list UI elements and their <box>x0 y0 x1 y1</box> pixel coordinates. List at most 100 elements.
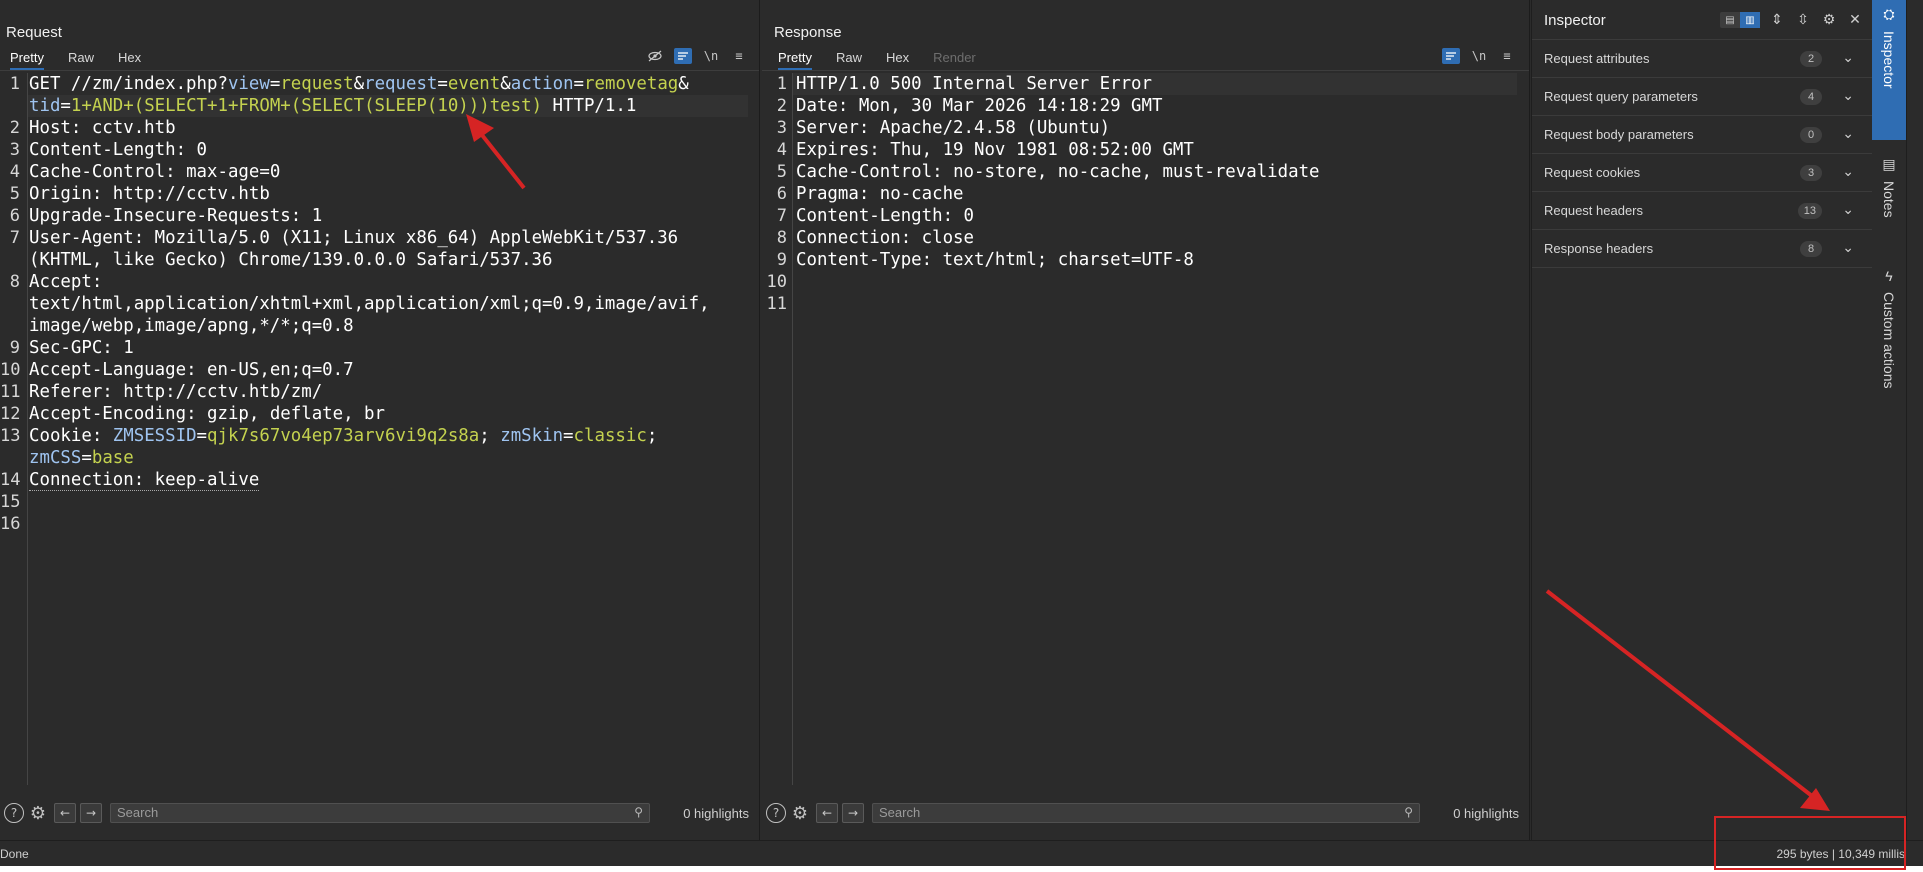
tab-divider <box>762 70 1529 71</box>
split-view-icon[interactable]: ▥ <box>1740 12 1760 28</box>
code-token: : gzip, deflate, br <box>186 404 385 424</box>
side-tab-divider <box>1906 0 1907 840</box>
chevron-down-icon[interactable]: ⌄ <box>1842 239 1854 256</box>
inspector-row-request-headers[interactable]: Request headers 13 ⌄ <box>1532 192 1872 230</box>
response-title: Response <box>774 24 842 41</box>
chevron-down-icon[interactable]: ⌄ <box>1842 49 1854 66</box>
side-tab-label: Inspector <box>1881 31 1897 89</box>
code-token: : text/html; charset=UTF-8 <box>921 250 1194 270</box>
request-search-input[interactable]: Search ⚲ <box>110 803 650 823</box>
code-token: : 1 <box>290 206 323 226</box>
count-badge: 0 <box>1800 127 1822 143</box>
previous-arrow-icon[interactable]: ← <box>816 803 838 823</box>
code-token: : http://cctv.htb <box>91 184 270 204</box>
help-icon[interactable]: ? <box>766 803 786 823</box>
code-token: : no-store, no-cache, must-revalidate <box>932 162 1320 182</box>
line-number: 15 <box>0 492 21 512</box>
code-token: : no-cache <box>858 184 964 204</box>
next-arrow-icon[interactable]: → <box>80 803 102 823</box>
side-tab-inspector[interactable]: ⛭ Inspector <box>1872 0 1906 140</box>
response-tab-render[interactable]: Render <box>933 48 976 70</box>
next-arrow-icon[interactable]: → <box>842 803 864 823</box>
request-editor[interactable]: 1 GET //zm/index.php?view=request&request… <box>0 73 759 785</box>
search-placeholder: Search <box>879 805 921 820</box>
close-icon[interactable]: ✕ <box>1846 11 1864 29</box>
code-token: action <box>510 74 574 94</box>
line-number: 4 <box>776 140 787 160</box>
code-token: : cctv.htb <box>70 118 176 138</box>
chevron-down-icon[interactable]: ⌄ <box>1842 87 1854 104</box>
inspector-row-request-attributes[interactable]: Request attributes 2 ⌄ <box>1532 40 1872 78</box>
code-token: Pragma <box>796 184 859 204</box>
chevron-down-icon[interactable]: ⌄ <box>1842 163 1854 180</box>
notes-icon: ▤ <box>1882 156 1896 172</box>
code-token: (KHTML, like Gecko) Chrome/139.0.0.0 Saf… <box>29 250 553 270</box>
inspector-row-label: Response headers <box>1544 241 1654 256</box>
menu-icon[interactable]: ≡ <box>1498 48 1516 64</box>
code-token: HTTP/1.0 500 Internal Server Error <box>796 74 1152 94</box>
gear-icon[interactable]: ⚙ <box>1820 11 1838 29</box>
inspector-row-request-query-parameters[interactable]: Request query parameters 4 ⌄ <box>1532 78 1872 116</box>
wrap-icon[interactable] <box>1442 48 1460 64</box>
line-number: 14 <box>0 470 21 490</box>
code-line: Cache-Control: no-store, no-cache, must-… <box>796 161 1320 183</box>
inspector-sections: Request attributes 2 ⌄ Request query par… <box>1532 39 1872 268</box>
request-tab-pretty[interactable]: Pretty <box>10 48 44 70</box>
side-tab-custom-actions[interactable]: ϟ Custom actions <box>1872 262 1906 412</box>
code-token: : Mon, 30 Mar 2026 14:18:29 GMT <box>837 96 1163 116</box>
code-token: Accept <box>29 272 92 292</box>
list-view-icon[interactable]: ▤ <box>1720 12 1740 28</box>
response-editor[interactable]: 1 HTTP/1.0 500 Internal Server Error 2 Date… <box>762 73 1529 785</box>
request-toolbar: \n ≡ <box>646 48 748 64</box>
code-token: : max-age=0 <box>165 162 281 182</box>
code-token: Cookie <box>29 426 92 446</box>
side-tab-label: Notes <box>1881 181 1897 218</box>
status-bar: Done 295 bytes | 10,349 millis <box>0 840 1923 866</box>
chevron-down-icon[interactable]: ⌄ <box>1842 125 1854 142</box>
request-search-bar: ? ⚙ ← → Search ⚲ 0 highlights <box>0 798 759 828</box>
side-tab-notes[interactable]: ▤ Notes <box>1872 150 1906 250</box>
request-tab-hex[interactable]: Hex <box>118 48 141 70</box>
chevron-down-icon[interactable]: ⌄ <box>1842 201 1854 218</box>
code-token: : 1 <box>102 338 134 358</box>
count-badge: 4 <box>1800 89 1822 105</box>
collapse-all-icon[interactable]: ⇳ <box>1794 11 1812 29</box>
newline-icon[interactable]: \n <box>1470 48 1488 64</box>
response-tab-pretty[interactable]: Pretty <box>778 48 812 70</box>
gear-icon[interactable]: ⚙ <box>790 803 810 824</box>
previous-arrow-icon[interactable]: ← <box>54 803 76 823</box>
line-number: 6 <box>776 184 787 204</box>
code-token: image/webp,image/apng,*/*;q=0.8 <box>29 316 354 336</box>
code-token: view <box>227 74 270 94</box>
wrap-icon[interactable] <box>674 48 692 64</box>
code-line: tid=1+AND+(SELECT+1+FROM+(SELECT(SLEEP(1… <box>29 95 636 117</box>
tab-divider <box>0 70 759 71</box>
code-token: GET //zm/index.php? <box>29 74 228 94</box>
code-token: = <box>81 448 92 468</box>
eye-off-icon[interactable] <box>646 48 664 64</box>
line-number: 7 <box>9 228 20 248</box>
inspector-title: Inspector <box>1544 12 1606 29</box>
code-token: = <box>60 96 71 116</box>
inspector-row-request-cookies[interactable]: Request cookies 3 ⌄ <box>1532 154 1872 192</box>
response-tab-hex[interactable]: Hex <box>886 48 909 70</box>
response-tab-raw[interactable]: Raw <box>836 48 862 70</box>
menu-icon[interactable]: ≡ <box>730 48 748 64</box>
line-number: 12 <box>0 404 21 424</box>
inspector-row-response-headers[interactable]: Response headers 8 ⌄ <box>1532 230 1872 268</box>
request-tab-raw[interactable]: Raw <box>68 48 94 70</box>
help-icon[interactable]: ? <box>4 803 24 823</box>
code-token: User-Agent <box>29 228 134 248</box>
line-number: 5 <box>776 162 787 182</box>
response-panel: Response Pretty Raw Hex Render \n ≡ 1 HTT… <box>762 0 1530 840</box>
gear-icon[interactable]: ⚙ <box>28 803 48 824</box>
expand-all-icon[interactable]: ⇕ <box>1768 11 1786 29</box>
response-search-input[interactable]: Search ⚲ <box>872 803 1420 823</box>
code-token: Connection: keep-alive <box>29 470 260 491</box>
bottom-strip <box>0 866 1923 872</box>
newline-icon[interactable]: \n <box>702 48 720 64</box>
code-token: Expires <box>796 140 870 160</box>
code-line: image/webp,image/apng,*/*;q=0.8 <box>29 315 354 337</box>
inspector-row-request-body-parameters[interactable]: Request body parameters 0 ⌄ <box>1532 116 1872 154</box>
inspector-row-label: Request attributes <box>1544 51 1650 66</box>
